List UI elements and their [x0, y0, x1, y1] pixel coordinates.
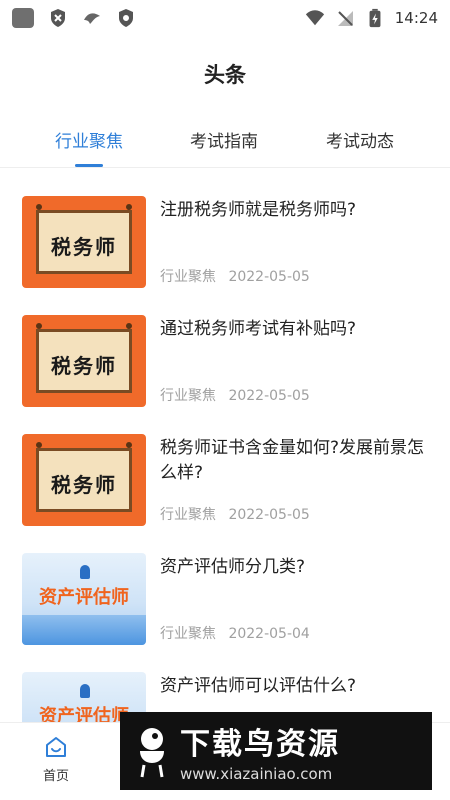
thumbnail-text: 税务师 [51, 473, 117, 497]
article-item[interactable]: 税务师 通过税务师考试有补贴吗? 行业聚焦 2022-05-05 [0, 299, 450, 418]
tab-exam-guide[interactable]: 考试指南 [178, 112, 270, 167]
article-title: 资产评估师可以评估什么? [160, 676, 357, 696]
article-category: 行业聚焦 [160, 626, 216, 642]
shield-x-icon [51, 9, 65, 27]
article-thumbnail: 税务师 [22, 315, 146, 407]
article-category: 行业聚焦 [160, 388, 216, 404]
article-meta: 行业聚焦 2022-05-05 [160, 266, 310, 286]
home-icon [46, 737, 66, 757]
article-list: 税务师 注册税务师就是税务师吗? 行业聚焦 2022-05-05 税务师 通过税… [0, 180, 450, 775]
clock-time: 14:24 [394, 9, 438, 27]
nav-home-label: 首页 [42, 769, 69, 784]
battery-charging-icon [369, 8, 381, 28]
nail-graphic [36, 442, 42, 448]
article-date: 2022-05-05 [228, 507, 310, 523]
nail-graphic [126, 442, 132, 448]
app-square-icon [12, 8, 34, 28]
article-thumbnail: 税务师 [22, 434, 146, 526]
nail-graphic [36, 204, 42, 210]
tab-bar: 行业聚焦 考试指南 考试动态 [0, 112, 450, 168]
signboard-graphic: 税务师 [36, 210, 132, 274]
bird-logo-icon [140, 728, 164, 778]
article-thumbnail: 税务师 [22, 196, 146, 288]
article-date: 2022-05-05 [228, 269, 310, 285]
tab-industry-focus[interactable]: 行业聚焦 [0, 112, 178, 167]
article-meta: 行业聚焦 2022-05-05 [160, 504, 310, 524]
no-signal-icon [337, 11, 353, 26]
article-date: 2022-05-04 [228, 626, 310, 642]
nail-graphic [126, 204, 132, 210]
article-category: 行业聚焦 [160, 507, 216, 523]
bird-icon [84, 13, 100, 24]
floor-graphic [22, 615, 146, 645]
tab-exam-news[interactable]: 考试动态 [270, 112, 450, 167]
article-title: 注册税务师就是税务师吗? [160, 200, 357, 220]
article-item[interactable]: 税务师 注册税务师就是税务师吗? 行业聚焦 2022-05-05 [0, 180, 450, 299]
thumbnail-text: 税务师 [51, 354, 117, 378]
article-meta: 行业聚焦 2022-05-04 [160, 623, 310, 643]
nav-home[interactable]: 首页 [22, 735, 90, 784]
page-header: 头条 [0, 36, 450, 112]
article-date: 2022-05-05 [228, 388, 310, 404]
article-title: 通过税务师考试有补贴吗? [160, 319, 357, 339]
nail-graphic [126, 323, 132, 329]
watermark-title: 下载鸟资源 [180, 727, 340, 762]
article-title: 资产评估师分几类? [160, 557, 306, 577]
status-bar: 14:24 [0, 0, 450, 36]
article-meta: 行业聚焦 2022-05-05 [160, 385, 310, 405]
wifi-icon [305, 10, 324, 26]
nail-graphic [36, 323, 42, 329]
person-figure-graphic [80, 565, 90, 579]
thumbnail-text: 税务师 [51, 235, 117, 259]
signboard-graphic: 税务师 [36, 329, 132, 393]
article-item[interactable]: 税务师 税务师证书含金量如何?发展前景怎么样? 行业聚焦 2022-05-05 [0, 418, 450, 537]
person-figure-graphic [80, 684, 90, 698]
thumbnail-text: 资产评估师 [39, 587, 129, 608]
page-title: 头条 [204, 63, 246, 87]
article-category: 行业聚焦 [160, 269, 216, 285]
article-thumbnail: 资产评估师 [22, 553, 146, 645]
watermark-url: www.xiazainiao.com [180, 765, 333, 783]
watermark-banner: 下载鸟资源 www.xiazainiao.com [120, 712, 432, 790]
article-item[interactable]: 资产评估师 资产评估师分几类? 行业聚焦 2022-05-04 [0, 537, 450, 656]
shield-icon [119, 9, 133, 27]
signboard-graphic: 税务师 [36, 448, 132, 512]
article-title: 税务师证书含金量如何?发展前景怎么样? [160, 438, 425, 483]
